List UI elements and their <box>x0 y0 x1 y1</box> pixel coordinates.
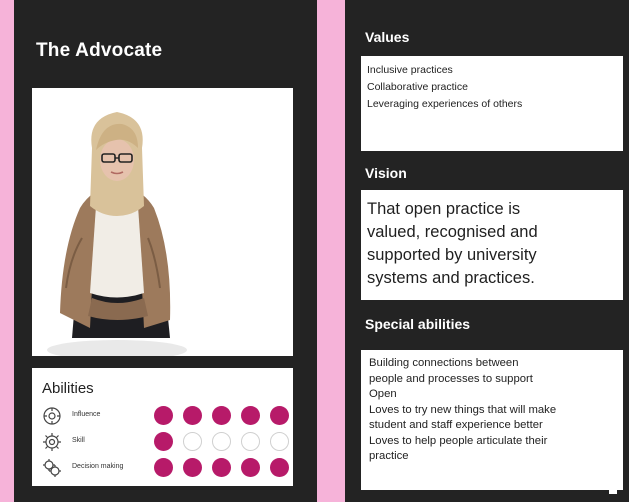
rating-dot-filled <box>183 406 202 425</box>
rating-dot-filled <box>270 406 289 425</box>
rating-dot-filled <box>183 458 202 477</box>
decision-icon <box>42 458 62 478</box>
special-ability-line: practice <box>369 450 409 462</box>
rating-dot-empty <box>241 432 260 451</box>
ability-influence: Influence <box>42 406 289 428</box>
special-ability-line: Open <box>369 388 397 400</box>
corner-marker <box>609 486 617 494</box>
abilities-panel: Abilities Influence Skill Decision makin… <box>32 368 293 486</box>
values-box: Inclusive practices Collaborative practi… <box>361 56 623 151</box>
special-ability-line: Building connections between <box>369 357 519 369</box>
special-ability-line: Loves to try new things that will make <box>369 403 557 416</box>
influence-icon <box>42 406 62 426</box>
rating-dot-empty <box>183 432 202 451</box>
rating-dot-empty <box>212 432 231 451</box>
rating-dot-filled <box>154 432 173 451</box>
ability-rating <box>154 406 289 426</box>
special-abilities-heading: Special abilities <box>365 316 471 332</box>
rating-dot-filled <box>212 458 231 477</box>
special-ability-line: student and staff experience better <box>369 419 543 431</box>
advocate-card: The Advocate Abilities Influence Skill D… <box>14 0 317 502</box>
rating-dot-filled <box>270 458 289 477</box>
values-heading: Values <box>365 29 410 45</box>
rating-dot-filled <box>154 406 173 425</box>
special-abilities-box: Building connections between people and … <box>361 350 623 490</box>
special-ability-line: people and processes to support <box>369 372 533 385</box>
rating-dot-filled <box>241 406 260 425</box>
ability-skill: Skill <box>42 432 289 454</box>
special-ability-line: Loves to help people articulate their <box>369 434 548 447</box>
details-card: Values Inclusive practices Collaborative… <box>345 0 629 502</box>
ability-label: Influence <box>72 411 101 418</box>
skill-icon <box>42 432 62 452</box>
vision-line: systems and practices. <box>367 269 535 287</box>
rating-dot-filled <box>212 406 231 425</box>
rating-dot-filled <box>154 458 173 477</box>
ability-label: Decision making <box>72 463 124 470</box>
vision-line: supported by university <box>367 246 537 264</box>
vision-line: valued, recognised and <box>367 223 538 241</box>
ability-rating <box>154 432 289 452</box>
rating-dot-empty <box>270 432 289 451</box>
vision-box: That open practice is valued, recognised… <box>361 190 623 300</box>
ability-rating <box>154 458 289 478</box>
vision-heading: Vision <box>365 165 407 181</box>
ability-decision-making: Decision making <box>42 458 289 480</box>
card-title: The Advocate <box>36 40 163 61</box>
character-portrait <box>32 88 293 356</box>
abilities-heading: Abilities <box>42 380 94 397</box>
ability-label: Skill <box>72 437 85 444</box>
value-item: Leveraging experiences of others <box>367 98 523 110</box>
value-item: Collaborative practice <box>367 81 468 93</box>
rating-dot-filled <box>241 458 260 477</box>
vision-line: That open practice is <box>367 200 521 218</box>
value-item: Inclusive practices <box>367 64 453 76</box>
